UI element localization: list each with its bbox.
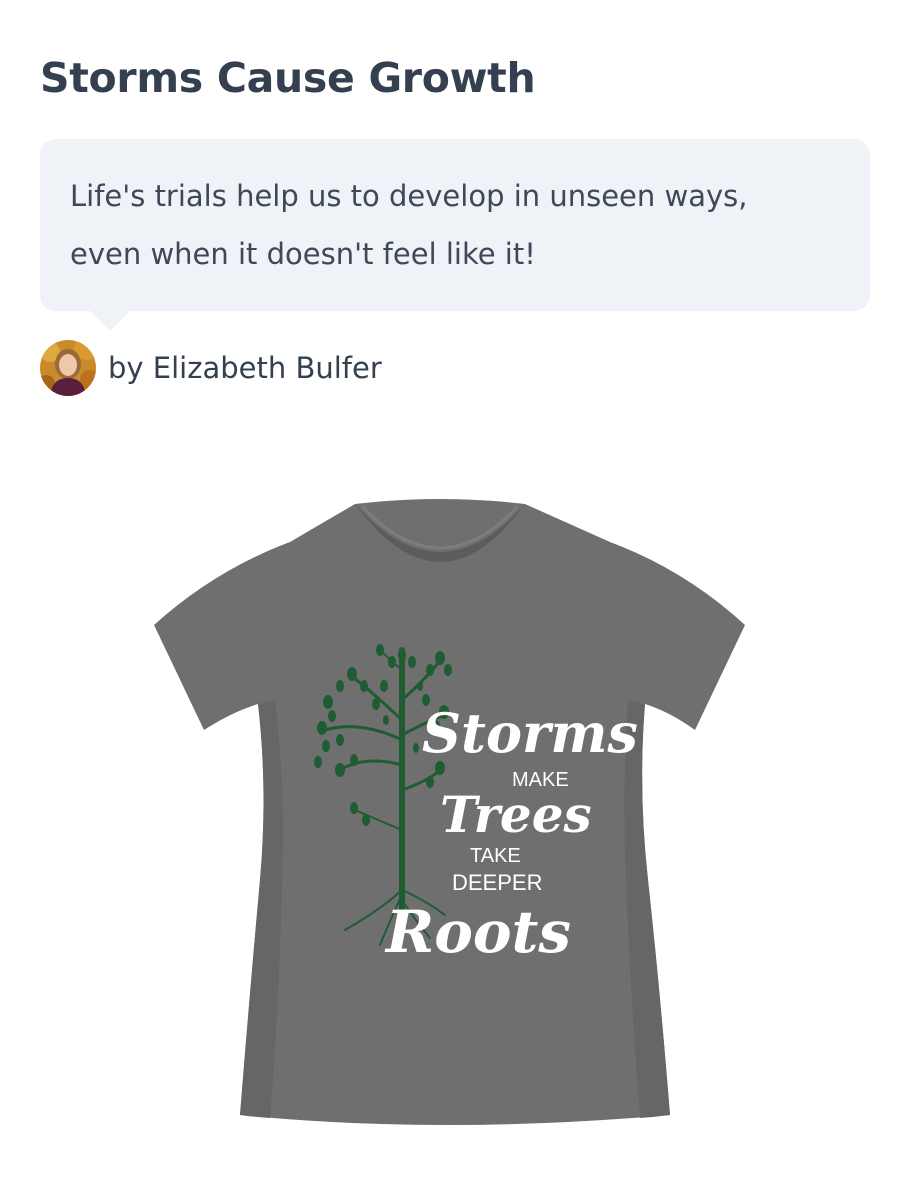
product-image[interactable]: Storms MAKE Trees TAKE DEEPER Roots	[140, 490, 760, 1130]
print-deeper: DEEPER	[452, 870, 542, 895]
author-avatar[interactable]	[40, 340, 96, 396]
print-roots: Roots	[384, 898, 571, 966]
description-bubble: Life's trials help us to develop in unse…	[40, 139, 870, 331]
print-trees: Trees	[440, 785, 592, 844]
avatar-image	[40, 340, 96, 396]
author-label[interactable]: by Elizabeth Bulfer	[108, 351, 382, 385]
print-take: TAKE	[470, 845, 521, 867]
description-line-2: even when it doesn't feel like it!	[70, 237, 536, 271]
print-storms: Storms	[422, 701, 638, 765]
tshirt-image: Storms MAKE Trees TAKE DEEPER Roots	[154, 499, 745, 1125]
author-row[interactable]: by Elizabeth Bulfer	[40, 340, 382, 396]
post-title: Storms Cause Growth	[40, 54, 536, 102]
description-line-1: Life's trials help us to develop in unse…	[70, 179, 748, 213]
